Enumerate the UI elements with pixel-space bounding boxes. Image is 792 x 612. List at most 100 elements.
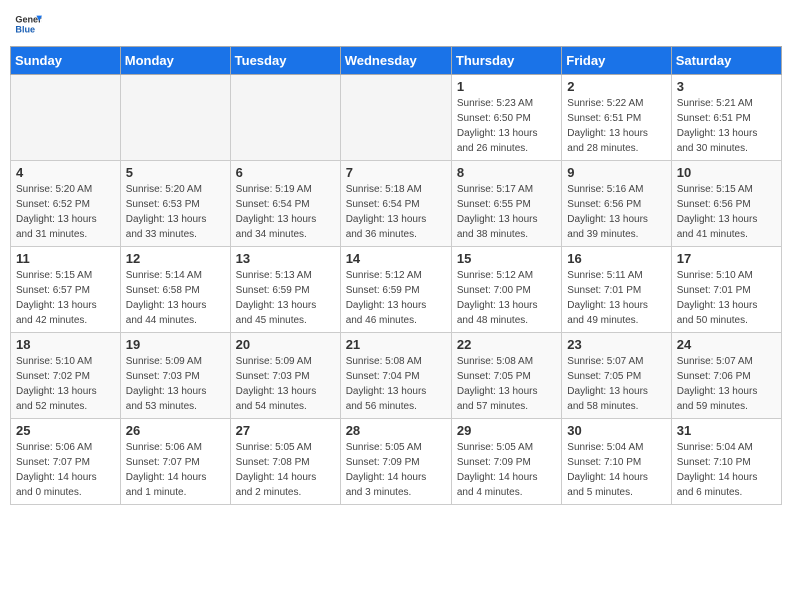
day-info: Sunrise: 5:10 AM Sunset: 7:02 PM Dayligh… (16, 354, 115, 414)
day-info: Sunrise: 5:04 AM Sunset: 7:10 PM Dayligh… (677, 440, 776, 500)
day-number: 29 (457, 423, 556, 438)
page-header: General Blue (10, 10, 782, 38)
day-number: 9 (567, 165, 665, 180)
day-info: Sunrise: 5:05 AM Sunset: 7:08 PM Dayligh… (236, 440, 335, 500)
col-header-friday: Friday (562, 47, 671, 75)
calendar-cell: 2 Sunrise: 5:22 AM Sunset: 6:51 PM Daylig… (562, 75, 671, 161)
day-info: Sunrise: 5:09 AM Sunset: 7:03 PM Dayligh… (126, 354, 225, 414)
day-number: 21 (346, 337, 446, 352)
day-number: 10 (677, 165, 776, 180)
calendar-cell: 29 Sunrise: 5:05 AM Sunset: 7:09 PM Dayli… (451, 419, 561, 505)
calendar-cell: 12Sunrise: 5:14 AM Sunset: 6:58 PM Dayli… (120, 247, 230, 333)
day-info: Sunrise: 5:10 AM Sunset: 7:01 PM Dayligh… (677, 268, 776, 328)
day-number: 11 (16, 251, 115, 266)
day-info: Sunrise: 5:17 AM Sunset: 6:55 PM Dayligh… (457, 182, 556, 242)
calendar-cell: 20 Sunrise: 5:09 AM Sunset: 7:03 PM Dayli… (230, 333, 340, 419)
day-info: Sunrise: 5:20 AM Sunset: 6:52 PM Dayligh… (16, 182, 115, 242)
calendar-cell: 15 Sunrise: 5:12 AM Sunset: 7:00 PM Dayli… (451, 247, 561, 333)
day-number: 26 (126, 423, 225, 438)
day-number: 12 (126, 251, 225, 266)
col-header-monday: Monday (120, 47, 230, 75)
calendar-cell: 11 Sunrise: 5:15 AM Sunset: 6:57 PM Dayli… (11, 247, 121, 333)
calendar-cell: 1 Sunrise: 5:23 AM Sunset: 6:50 PM Daylig… (451, 75, 561, 161)
calendar-cell: 6Sunrise: 5:19 AM Sunset: 6:54 PM Daylig… (230, 161, 340, 247)
calendar-cell: 24Sunrise: 5:07 AM Sunset: 7:06 PM Dayli… (671, 333, 781, 419)
day-number: 17 (677, 251, 776, 266)
col-header-thursday: Thursday (451, 47, 561, 75)
calendar-cell: 13 Sunrise: 5:13 AM Sunset: 6:59 PM Dayli… (230, 247, 340, 333)
calendar-cell (230, 75, 340, 161)
day-info: Sunrise: 5:06 AM Sunset: 7:07 PM Dayligh… (16, 440, 115, 500)
calendar-cell: 31 Sunrise: 5:04 AM Sunset: 7:10 PM Dayli… (671, 419, 781, 505)
calendar-cell: 30 Sunrise: 5:04 AM Sunset: 7:10 PM Dayli… (562, 419, 671, 505)
day-number: 31 (677, 423, 776, 438)
day-number: 27 (236, 423, 335, 438)
calendar-cell: 14 Sunrise: 5:12 AM Sunset: 6:59 PM Dayli… (340, 247, 451, 333)
col-header-tuesday: Tuesday (230, 47, 340, 75)
day-info: Sunrise: 5:12 AM Sunset: 7:00 PM Dayligh… (457, 268, 556, 328)
calendar-week-row: 1 Sunrise: 5:23 AM Sunset: 6:50 PM Daylig… (11, 75, 782, 161)
day-number: 3 (677, 79, 776, 94)
day-info: Sunrise: 5:22 AM Sunset: 6:51 PM Dayligh… (567, 96, 665, 156)
day-info: Sunrise: 5:06 AM Sunset: 7:07 PM Dayligh… (126, 440, 225, 500)
day-number: 16 (567, 251, 665, 266)
day-number: 28 (346, 423, 446, 438)
calendar-cell: 3 Sunrise: 5:21 AM Sunset: 6:51 PM Daylig… (671, 75, 781, 161)
day-number: 2 (567, 79, 665, 94)
calendar-cell: 22 Sunrise: 5:08 AM Sunset: 7:05 PM Dayli… (451, 333, 561, 419)
day-info: Sunrise: 5:23 AM Sunset: 6:50 PM Dayligh… (457, 96, 556, 156)
calendar-cell: 18 Sunrise: 5:10 AM Sunset: 7:02 PM Dayli… (11, 333, 121, 419)
day-number: 1 (457, 79, 556, 94)
calendar-cell: 21Sunrise: 5:08 AM Sunset: 7:04 PM Dayli… (340, 333, 451, 419)
calendar-cell (11, 75, 121, 161)
day-info: Sunrise: 5:11 AM Sunset: 7:01 PM Dayligh… (567, 268, 665, 328)
calendar-week-row: 18 Sunrise: 5:10 AM Sunset: 7:02 PM Dayli… (11, 333, 782, 419)
day-number: 13 (236, 251, 335, 266)
day-number: 24 (677, 337, 776, 352)
day-number: 20 (236, 337, 335, 352)
day-info: Sunrise: 5:08 AM Sunset: 7:05 PM Dayligh… (457, 354, 556, 414)
day-info: Sunrise: 5:13 AM Sunset: 6:59 PM Dayligh… (236, 268, 335, 328)
day-info: Sunrise: 5:07 AM Sunset: 7:05 PM Dayligh… (567, 354, 665, 414)
logo: General Blue (14, 10, 42, 38)
day-number: 18 (16, 337, 115, 352)
calendar-header-row: SundayMondayTuesdayWednesdayThursdayFrid… (11, 47, 782, 75)
day-info: Sunrise: 5:05 AM Sunset: 7:09 PM Dayligh… (346, 440, 446, 500)
col-header-saturday: Saturday (671, 47, 781, 75)
day-info: Sunrise: 5:15 AM Sunset: 6:57 PM Dayligh… (16, 268, 115, 328)
calendar-cell: 28 Sunrise: 5:05 AM Sunset: 7:09 PM Dayli… (340, 419, 451, 505)
calendar-cell: 23Sunrise: 5:07 AM Sunset: 7:05 PM Dayli… (562, 333, 671, 419)
day-info: Sunrise: 5:04 AM Sunset: 7:10 PM Dayligh… (567, 440, 665, 500)
calendar-cell: 17 Sunrise: 5:10 AM Sunset: 7:01 PM Dayli… (671, 247, 781, 333)
calendar-cell: 26 Sunrise: 5:06 AM Sunset: 7:07 PM Dayli… (120, 419, 230, 505)
day-number: 30 (567, 423, 665, 438)
day-info: Sunrise: 5:21 AM Sunset: 6:51 PM Dayligh… (677, 96, 776, 156)
day-info: Sunrise: 5:15 AM Sunset: 6:56 PM Dayligh… (677, 182, 776, 242)
calendar-cell: 5Sunrise: 5:20 AM Sunset: 6:53 PM Daylig… (120, 161, 230, 247)
day-info: Sunrise: 5:05 AM Sunset: 7:09 PM Dayligh… (457, 440, 556, 500)
calendar-cell: 27 Sunrise: 5:05 AM Sunset: 7:08 PM Dayli… (230, 419, 340, 505)
col-header-sunday: Sunday (11, 47, 121, 75)
day-number: 25 (16, 423, 115, 438)
col-header-wednesday: Wednesday (340, 47, 451, 75)
day-info: Sunrise: 5:16 AM Sunset: 6:56 PM Dayligh… (567, 182, 665, 242)
day-info: Sunrise: 5:18 AM Sunset: 6:54 PM Dayligh… (346, 182, 446, 242)
calendar-cell (340, 75, 451, 161)
day-number: 15 (457, 251, 556, 266)
day-info: Sunrise: 5:19 AM Sunset: 6:54 PM Dayligh… (236, 182, 335, 242)
calendar-week-row: 25 Sunrise: 5:06 AM Sunset: 7:07 PM Dayli… (11, 419, 782, 505)
svg-text:Blue: Blue (15, 24, 35, 34)
calendar-cell: 9 Sunrise: 5:16 AM Sunset: 6:56 PM Daylig… (562, 161, 671, 247)
calendar-cell: 7Sunrise: 5:18 AM Sunset: 6:54 PM Daylig… (340, 161, 451, 247)
calendar-cell: 4 Sunrise: 5:20 AM Sunset: 6:52 PM Daylig… (11, 161, 121, 247)
calendar-cell: 16 Sunrise: 5:11 AM Sunset: 7:01 PM Dayli… (562, 247, 671, 333)
logo-icon: General Blue (14, 10, 42, 38)
day-info: Sunrise: 5:12 AM Sunset: 6:59 PM Dayligh… (346, 268, 446, 328)
day-number: 5 (126, 165, 225, 180)
calendar-cell: 10 Sunrise: 5:15 AM Sunset: 6:56 PM Dayli… (671, 161, 781, 247)
day-number: 4 (16, 165, 115, 180)
day-number: 14 (346, 251, 446, 266)
day-number: 22 (457, 337, 556, 352)
calendar-cell: 19Sunrise: 5:09 AM Sunset: 7:03 PM Dayli… (120, 333, 230, 419)
day-info: Sunrise: 5:09 AM Sunset: 7:03 PM Dayligh… (236, 354, 335, 414)
